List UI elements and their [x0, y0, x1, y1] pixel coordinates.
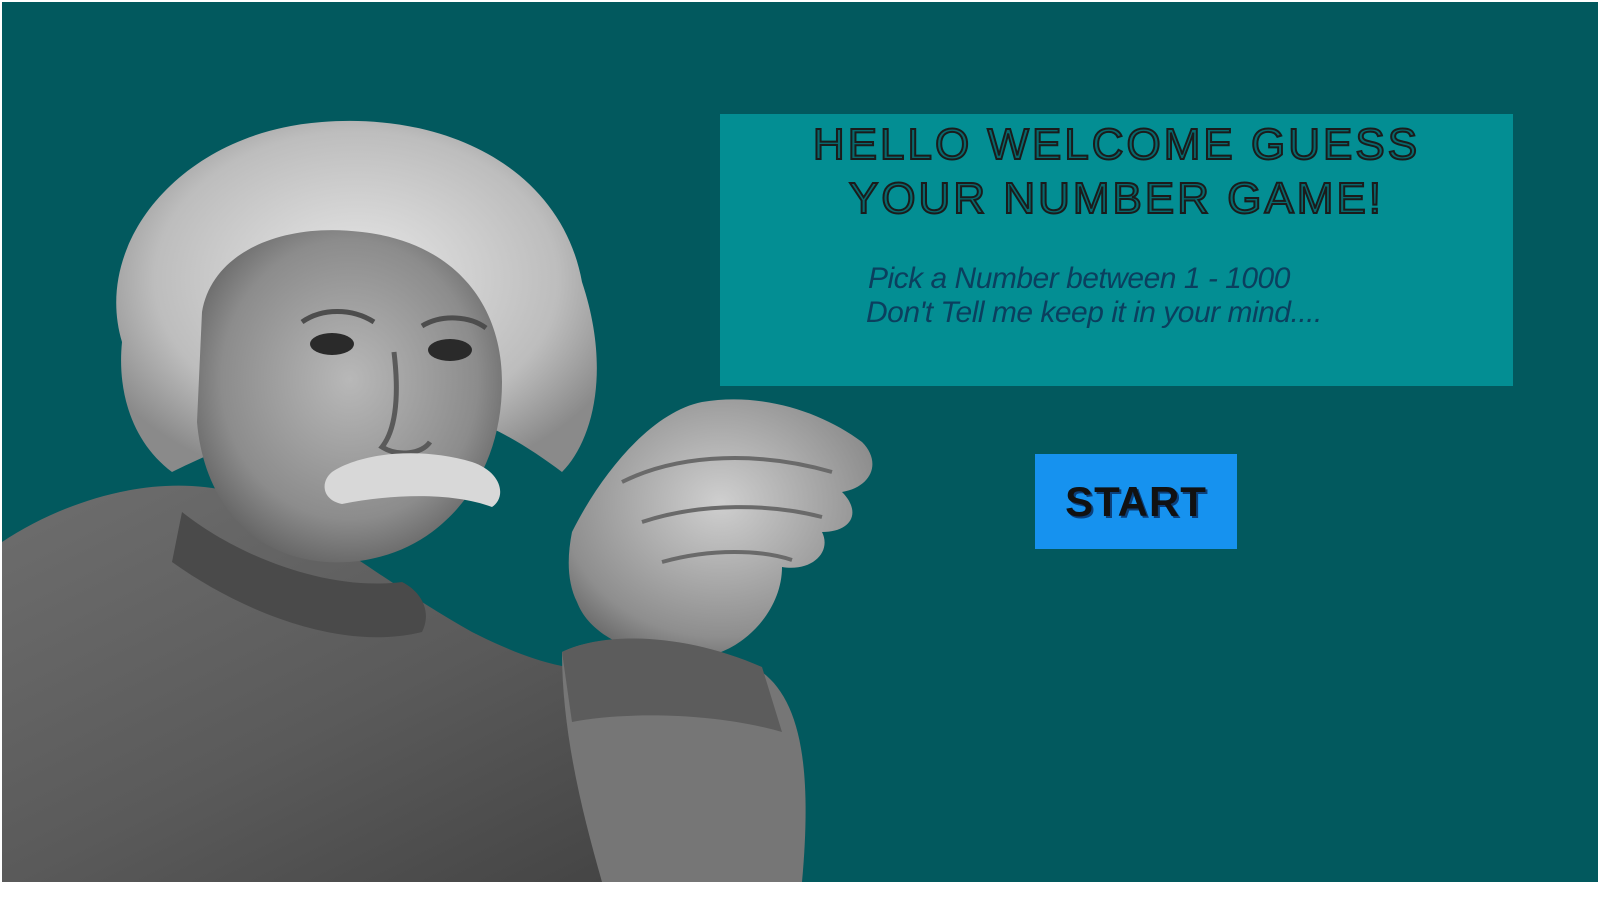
title-line-2: YOUR NUMBER GAME!: [848, 173, 1385, 224]
start-button[interactable]: START: [1035, 454, 1237, 549]
instruction-line-1: Pick a Number between 1 - 1000: [868, 262, 1290, 295]
welcome-panel: HELLO WELCOME GUESS YOUR NUMBER GAME! Pi…: [720, 114, 1513, 386]
game-title: HELLO WELCOME GUESS YOUR NUMBER GAME!: [720, 118, 1513, 226]
welcome-screen: HELLO WELCOME GUESS YOUR NUMBER GAME! Pi…: [2, 2, 1598, 882]
title-line-1: HELLO WELCOME GUESS: [812, 119, 1421, 170]
instruction-line-2: Don't Tell me keep it in your mind....: [866, 296, 1322, 329]
game-stage: HELLO WELCOME GUESS YOUR NUMBER GAME! Pi…: [0, 0, 1600, 900]
